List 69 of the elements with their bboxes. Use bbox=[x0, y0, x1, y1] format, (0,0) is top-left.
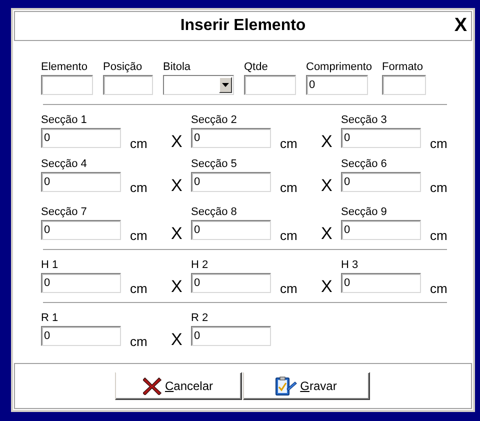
times-sign: X bbox=[171, 225, 182, 242]
cancel-button[interactable]: Cancelar bbox=[114, 372, 242, 400]
field-label: Secção 9 bbox=[341, 206, 388, 219]
input-field[interactable] bbox=[382, 75, 426, 95]
field-label: Bitola bbox=[163, 61, 192, 74]
field-label: Secção 7 bbox=[41, 206, 88, 219]
input-field[interactable] bbox=[244, 75, 296, 95]
field-label: H 3 bbox=[341, 259, 360, 272]
times-sign: X bbox=[321, 133, 332, 150]
field-label: Posição bbox=[103, 61, 144, 74]
unit-label: cm bbox=[280, 181, 298, 195]
times-sign: X bbox=[321, 278, 332, 295]
field-label: Secção 3 bbox=[341, 114, 388, 127]
input-field[interactable]: 0 bbox=[191, 172, 271, 192]
unit-label: cm bbox=[130, 282, 148, 296]
input-field[interactable]: 0 bbox=[341, 220, 421, 240]
input-field[interactable]: 0 bbox=[341, 172, 421, 192]
caret-icon[interactable] bbox=[219, 77, 232, 93]
input-field[interactable]: 0 bbox=[191, 326, 271, 346]
input-field[interactable] bbox=[103, 75, 153, 95]
unit-label: cm bbox=[430, 181, 448, 195]
input-field[interactable]: 0 bbox=[41, 220, 121, 240]
field-label: Secção 5 bbox=[191, 158, 238, 171]
times-sign: X bbox=[171, 331, 182, 348]
unit-label: cm bbox=[430, 229, 448, 243]
unit-label: cm bbox=[130, 229, 148, 243]
field-label: Qtde bbox=[244, 61, 269, 74]
dropdown-field[interactable] bbox=[163, 75, 234, 95]
unit-label: cm bbox=[280, 229, 298, 243]
input-field[interactable]: 0 bbox=[341, 128, 421, 148]
field-label: Secção 6 bbox=[341, 158, 388, 171]
clipboard-icon bbox=[275, 376, 298, 396]
window-title: Inserir Elemento bbox=[180, 17, 306, 35]
field-label: R 2 bbox=[191, 312, 210, 325]
input-field[interactable] bbox=[41, 75, 93, 95]
unit-label: cm bbox=[130, 335, 148, 349]
times-sign: X bbox=[321, 177, 332, 194]
input-field[interactable]: 0 bbox=[191, 128, 271, 148]
field-label: Comprimento bbox=[306, 61, 372, 74]
unit-label: cm bbox=[130, 181, 148, 195]
input-field[interactable]: 0 bbox=[41, 326, 121, 346]
unit-label: cm bbox=[130, 137, 148, 151]
input-field[interactable]: 0 bbox=[341, 273, 421, 293]
field-label: Secção 8 bbox=[191, 206, 238, 219]
field-label: Secção 2 bbox=[191, 114, 238, 127]
unit-label: cm bbox=[280, 282, 298, 296]
field-label: H 2 bbox=[191, 259, 210, 272]
input-field[interactable]: 0 bbox=[41, 273, 121, 293]
field-label: Formato bbox=[382, 61, 424, 74]
input-field[interactable]: 0 bbox=[191, 220, 271, 240]
times-sign: X bbox=[171, 177, 182, 194]
times-sign: X bbox=[171, 278, 182, 295]
input-field[interactable]: 0 bbox=[191, 273, 271, 293]
input-field[interactable]: 0 bbox=[306, 75, 368, 95]
field-label: Secção 4 bbox=[41, 158, 88, 171]
unit-label: cm bbox=[430, 137, 448, 151]
times-sign: X bbox=[321, 225, 332, 242]
times-sign: X bbox=[171, 133, 182, 150]
field-label: R 1 bbox=[41, 312, 60, 325]
cross-icon bbox=[142, 377, 162, 395]
field-label: H 1 bbox=[41, 259, 60, 272]
field-label: Elemento bbox=[41, 61, 88, 74]
unit-label: cm bbox=[280, 137, 298, 151]
save-button[interactable]: Gravar bbox=[242, 372, 370, 400]
input-field[interactable]: 0 bbox=[41, 128, 121, 148]
input-field[interactable]: 0 bbox=[41, 172, 121, 192]
unit-label: cm bbox=[430, 282, 448, 296]
field-label: Secção 1 bbox=[41, 114, 88, 127]
close-button[interactable]: X bbox=[454, 15, 467, 37]
